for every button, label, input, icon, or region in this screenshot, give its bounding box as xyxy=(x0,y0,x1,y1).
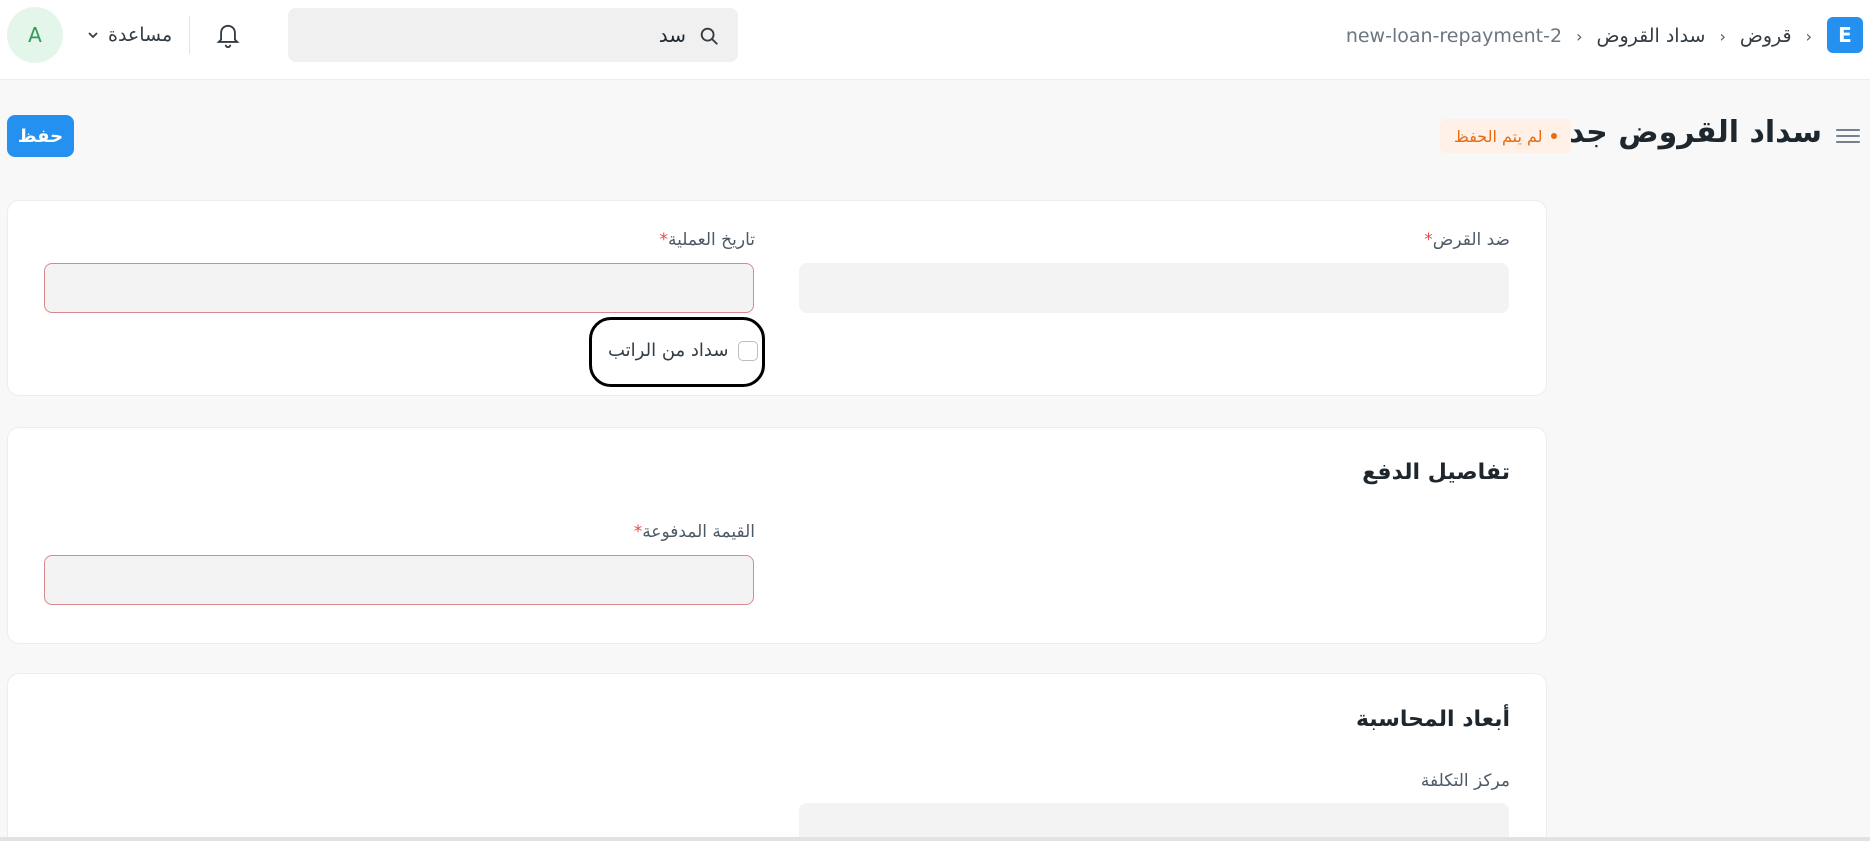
breadcrumb-loan-repayment[interactable]: سداد القروض xyxy=(1596,25,1705,47)
required-asterisk: * xyxy=(633,522,643,542)
required-asterisk: * xyxy=(1424,230,1433,250)
bottom-scroll-edge xyxy=(0,837,1870,841)
breadcrumb-separator: › xyxy=(1805,26,1812,46)
against-loan-field[interactable] xyxy=(799,263,1509,313)
accounting-dimensions-title: أبعاد المحاسبة xyxy=(1355,707,1510,732)
required-asterisk: * xyxy=(659,230,668,250)
sidebar-toggle-icon[interactable] xyxy=(1836,125,1860,147)
amount-paid-field[interactable] xyxy=(44,555,754,605)
app-logo[interactable]: E xyxy=(1827,17,1863,53)
breadcrumb-current-doc: new-loan-repayment-2 xyxy=(1345,25,1563,47)
search-value: سد xyxy=(658,23,686,47)
help-label: مساعدة xyxy=(108,24,173,46)
page-title: سداد القروض جديد xyxy=(1540,115,1822,150)
avatar[interactable]: A xyxy=(7,7,63,63)
save-button[interactable]: حفظ xyxy=(7,115,74,157)
status-text: لم يتم الحفظ xyxy=(1454,126,1543,146)
chevron-down-icon xyxy=(88,32,98,39)
cost-center-field[interactable] xyxy=(799,803,1509,841)
breadcrumb-loans[interactable]: قروض xyxy=(1740,25,1792,47)
against-loan-label: *ضد القرض xyxy=(1424,230,1510,250)
search-input[interactable]: سد xyxy=(288,8,738,62)
breadcrumb-separator: › xyxy=(1576,26,1583,46)
posting-date-label: *تاريخ العملية xyxy=(659,230,755,250)
status-dot-icon xyxy=(1550,133,1557,139)
status-badge: لم يتم الحفظ xyxy=(1440,119,1571,153)
search-icon xyxy=(700,27,718,45)
payment-details-title: تفاصيل الدفع xyxy=(1362,460,1510,485)
navbar-divider xyxy=(189,16,190,54)
payment-details-section xyxy=(7,427,1547,644)
breadcrumb-separator: › xyxy=(1719,26,1726,46)
notification-bell-icon[interactable] xyxy=(214,20,242,50)
amount-paid-label: *القيمة المدفوعة xyxy=(633,522,755,542)
annotation-oval xyxy=(589,317,765,387)
help-dropdown[interactable]: مساعدة xyxy=(86,22,172,48)
posting-date-field[interactable] xyxy=(44,263,754,313)
navbar: E › قروض › سداد القروض › new-loan-repaym… xyxy=(0,0,1870,80)
cost-center-label: مركز التكلفة xyxy=(1420,771,1510,791)
breadcrumb: › قروض › سداد القروض › new-loan-repaymen… xyxy=(1346,22,1812,50)
